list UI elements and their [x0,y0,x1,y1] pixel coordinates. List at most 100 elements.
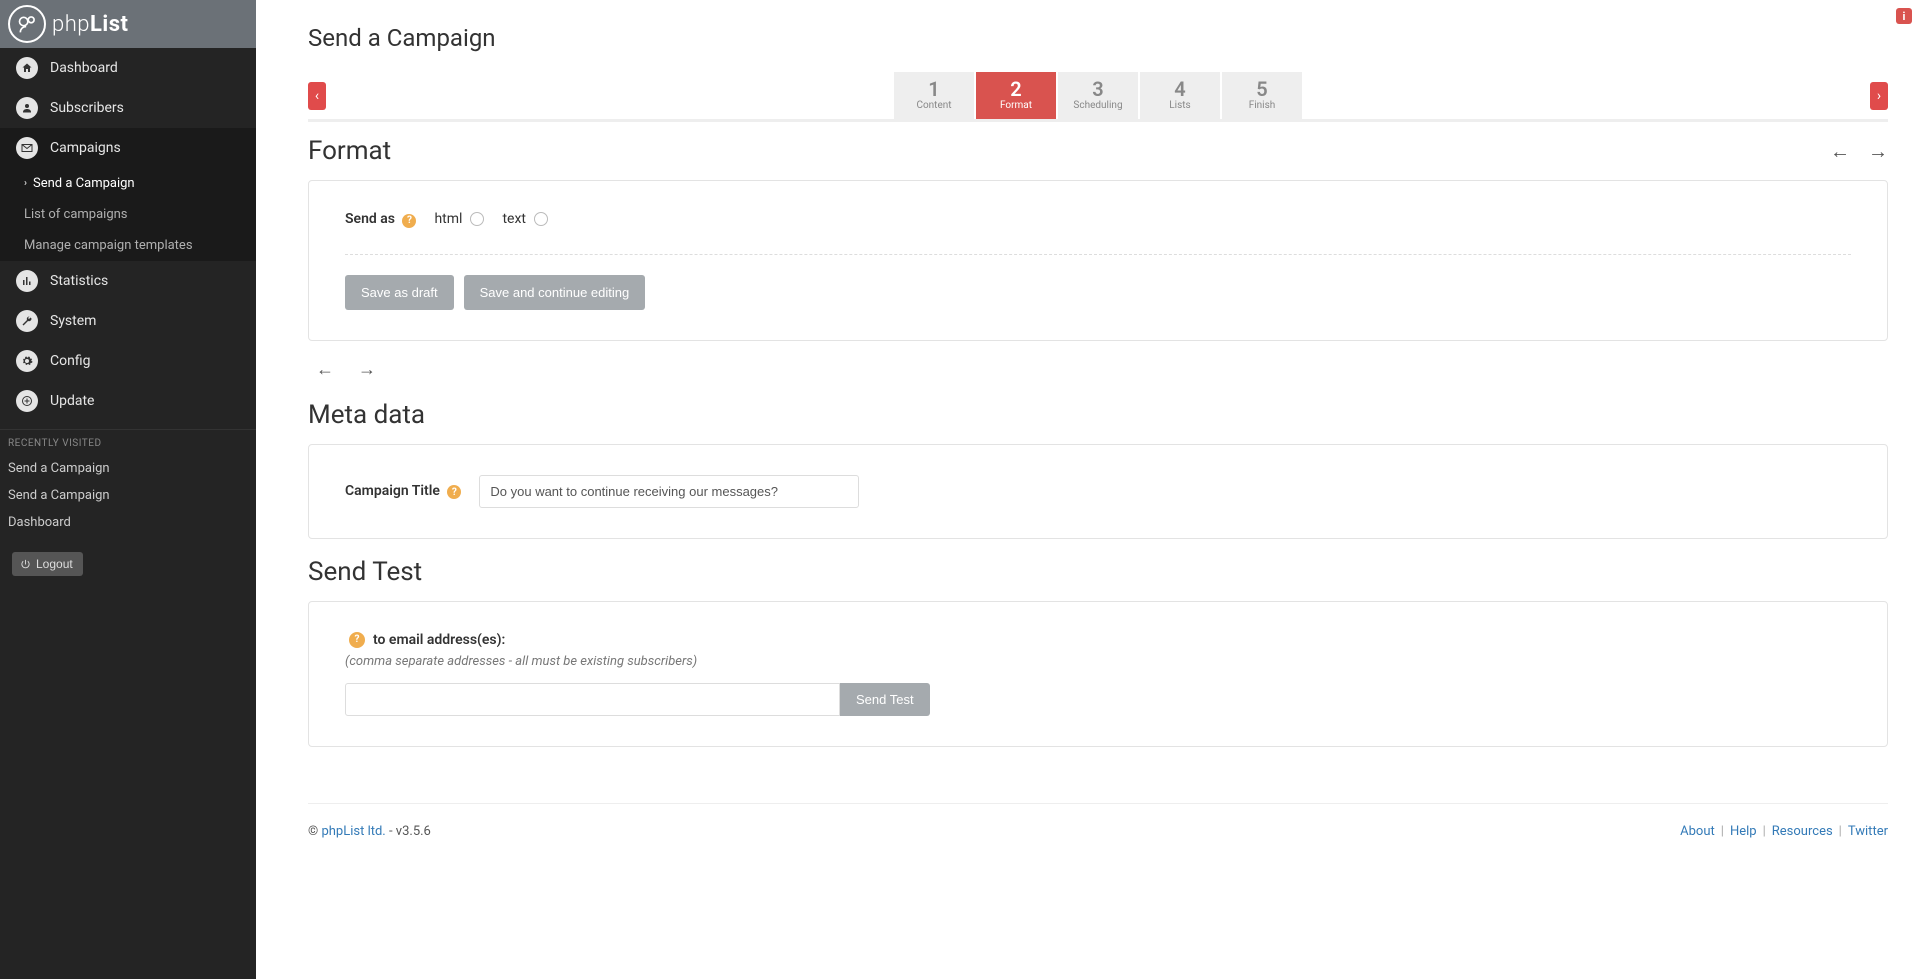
footer: © phpList ltd. - v3.5.6 About | Help | R… [308,803,1888,839]
step-lists[interactable]: 4 Lists [1140,72,1220,119]
pager-next-button[interactable]: › [1870,82,1888,110]
step-scheduling[interactable]: 3 Scheduling [1058,72,1138,119]
nav-label: System [50,313,96,329]
nav-label: Subscribers [50,100,124,116]
radio-text-input[interactable] [534,212,548,226]
nav-statistics[interactable]: Statistics [0,261,256,301]
test-to-label: to email address(es): [373,632,505,648]
page-title: Send a Campaign [308,24,1888,52]
logo-icon [8,5,46,43]
format-heading-row: Format ← → [308,136,1888,166]
footer-links: About | Help | Resources | Twitter [1680,824,1888,839]
step-finish[interactable]: 5 Finish [1222,72,1302,119]
footer-link-about[interactable]: About [1680,824,1715,839]
format-panel: Send as ? html text Save as draft Save a… [308,180,1888,341]
footer-link-twitter[interactable]: Twitter [1848,824,1888,839]
test-hint: (comma separate addresses - all must be … [345,654,1851,669]
panel-next-arrow[interactable]: → [358,359,376,380]
send-as-row: Send as ? html text [345,211,1851,228]
chart-icon [16,270,38,292]
recent-item[interactable]: Dashboard [0,509,256,536]
campaign-title-label-wrap: Campaign Title ? [345,483,461,500]
section-prev-arrow[interactable]: ← [1830,139,1850,164]
help-icon[interactable]: ? [402,214,416,228]
step-label: Scheduling [1058,100,1138,111]
subnav-label: Manage campaign templates [24,238,193,253]
logo-link[interactable]: phpList [8,5,128,43]
radio-label: text [502,211,526,227]
subnav-manage-templates[interactable]: Manage campaign templates [0,230,256,261]
plus-circle-icon [16,390,38,412]
divider [308,119,1888,122]
step-content[interactable]: 1 Content [894,72,974,119]
wizard-row: ‹ 1 Content 2 Format 3 Scheduling 4 List… [308,72,1888,119]
logo-text: phpList [52,12,128,37]
recent-item[interactable]: Send a Campaign [0,482,256,509]
step-number: 2 [976,78,1056,100]
logout-button[interactable]: Logout [12,552,83,576]
radio-html-input[interactable] [470,212,484,226]
pager-prev-button[interactable]: ‹ [308,82,326,110]
subnav-label: List of campaigns [24,207,128,222]
campaign-title-input[interactable] [479,475,859,508]
logout-label: Logout [36,557,73,571]
section-next-arrow[interactable]: → [1868,139,1888,164]
nav-update[interactable]: Update [0,381,256,421]
chevron-right-icon: › [24,178,27,189]
radio-label: html [434,211,462,227]
save-draft-button[interactable]: Save as draft [345,275,454,310]
send-test-button[interactable]: Send Test [840,683,930,716]
step-number: 3 [1058,78,1138,100]
sidebar: phpList Dashboard Subscribers Campaigns … [0,0,256,979]
subnav-label: Send a Campaign [33,176,135,191]
help-icon[interactable]: ? [349,632,365,648]
footer-company-link[interactable]: phpList ltd. [321,824,385,839]
wizard-steps: 1 Content 2 Format 3 Scheduling 4 Lists … [894,72,1302,119]
metadata-panel: Campaign Title ? [308,444,1888,539]
send-test-panel: ? to email address(es): (comma separate … [308,601,1888,747]
footer-copyright: © phpList ltd. - v3.5.6 [308,824,431,839]
test-email-input[interactable] [345,683,840,716]
nav-label: Campaigns [50,140,121,156]
step-label: Finish [1222,100,1302,111]
campaigns-subnav: › Send a Campaign List of campaigns Mana… [0,168,256,261]
nav-label: Dashboard [50,60,118,76]
panel-prev-arrow[interactable]: ← [316,359,334,380]
step-label: Format [976,100,1056,111]
campaign-title-label: Campaign Title [345,483,440,499]
subnav-list-campaigns[interactable]: List of campaigns [0,199,256,230]
nav-label: Update [50,393,94,409]
step-number: 4 [1140,78,1220,100]
nav-dashboard[interactable]: Dashboard [0,48,256,88]
send-test-row: Send Test [345,683,1851,716]
panel-nav-arrows: ← → [316,359,1888,380]
nav-system[interactable]: System [0,301,256,341]
home-icon [16,57,38,79]
main-content: Send a Campaign ‹ 1 Content 2 Format 3 S… [256,0,1920,979]
test-to-row: ? to email address(es): [345,632,1851,648]
step-number: 1 [894,78,974,100]
metadata-heading: Meta data [308,400,1888,430]
radio-html[interactable]: html [434,211,484,227]
power-icon [20,559,31,570]
nav-config[interactable]: Config [0,341,256,381]
nav-campaigns[interactable]: Campaigns [0,128,256,168]
save-continue-button[interactable]: Save and continue editing [464,275,646,310]
step-label: Content [894,100,974,111]
nav-subscribers[interactable]: Subscribers [0,88,256,128]
send-test-heading: Send Test [308,557,1888,587]
radio-text[interactable]: text [502,211,548,227]
step-format[interactable]: 2 Format [976,72,1056,119]
dashed-divider [345,254,1851,255]
step-label: Lists [1140,100,1220,111]
subnav-send-campaign[interactable]: › Send a Campaign [0,168,256,199]
recent-item[interactable]: Send a Campaign [0,455,256,482]
campaign-title-row: Campaign Title ? [345,475,1851,508]
send-as-radio-group: html text [434,211,548,227]
footer-link-resources[interactable]: Resources [1772,824,1833,839]
help-icon[interactable]: ? [447,485,461,499]
nav-label: Config [50,353,90,369]
step-number: 5 [1222,78,1302,100]
wrench-icon [16,310,38,332]
footer-link-help[interactable]: Help [1730,824,1757,839]
